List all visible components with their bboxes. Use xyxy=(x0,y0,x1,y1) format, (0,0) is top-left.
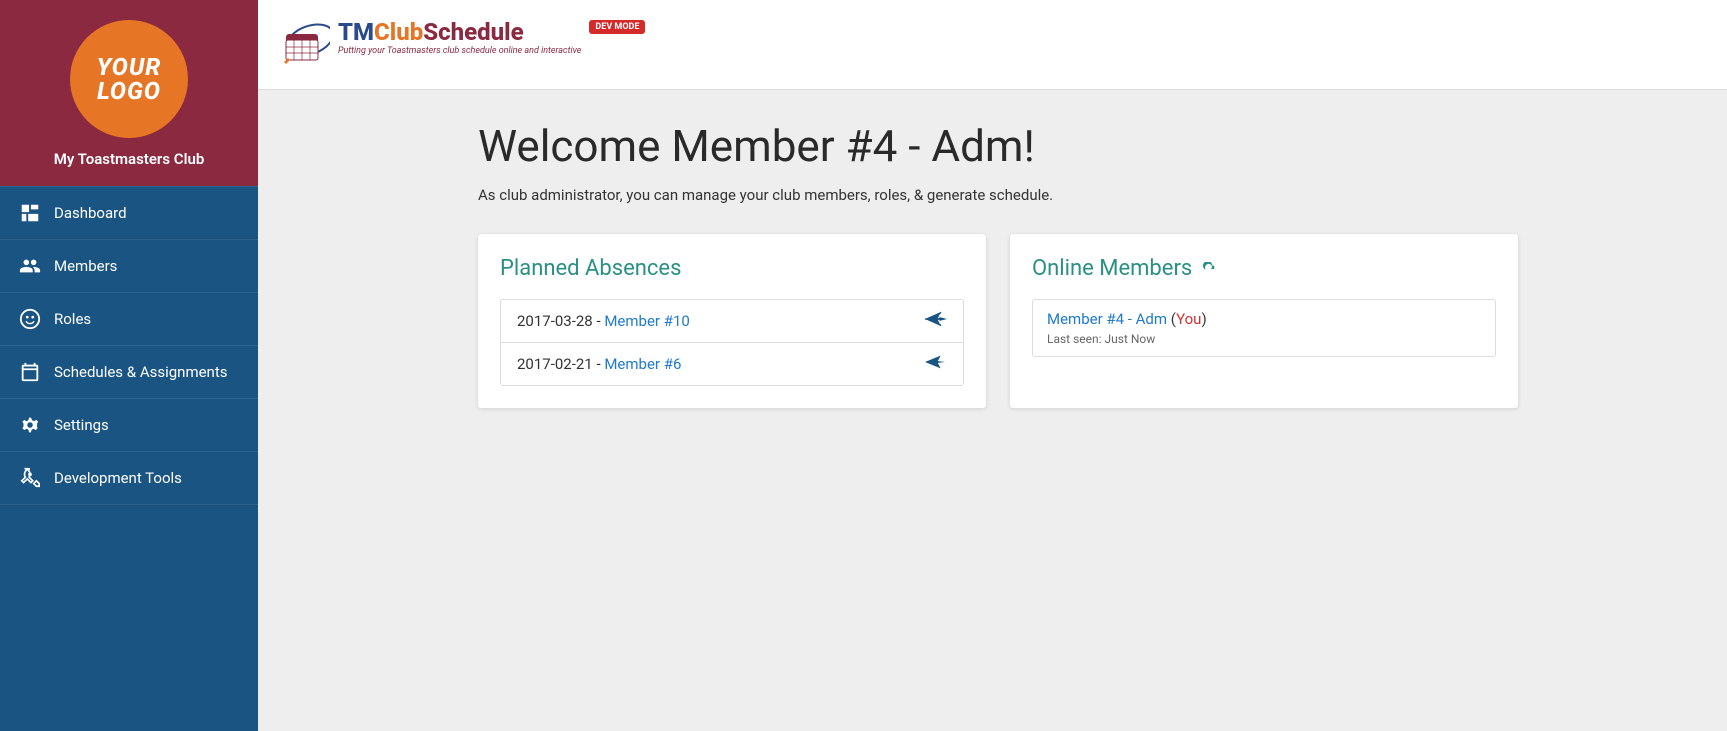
content: Welcome Member #4 - Adm! As club adminis… xyxy=(258,90,1727,438)
card-heading-absences: Planned Absences xyxy=(500,256,964,281)
brand-calendar-icon xyxy=(280,20,330,70)
brand-text: TMClubSchedule Putting your Toastmasters… xyxy=(338,20,581,56)
send-reminder-button[interactable] xyxy=(925,354,947,374)
brand-title: TMClubSchedule xyxy=(338,20,581,44)
sidebar: YOUR LOGO My Toastmasters Club Dashboard… xyxy=(0,0,258,731)
absence-date: 2017-03-28 xyxy=(517,312,593,330)
sidebar-item-label: Settings xyxy=(54,416,109,434)
roles-icon xyxy=(18,307,42,331)
sidebar-item-label: Members xyxy=(54,257,117,275)
brand-schedule: Schedule xyxy=(423,18,523,46)
card-planned-absences: Planned Absences 2017-03-28 - Member #10 xyxy=(478,234,986,408)
last-seen-label: Last seen: xyxy=(1047,332,1105,346)
absences-list: 2017-03-28 - Member #10 2017-02-21 - Mem… xyxy=(500,299,964,386)
last-seen-value: Just Now xyxy=(1105,332,1156,346)
refresh-button[interactable] xyxy=(1202,262,1216,276)
brand-tm: TM xyxy=(338,18,374,46)
send-reminder-button[interactable] xyxy=(925,311,947,331)
you-label: You xyxy=(1176,310,1201,328)
sidebar-item-settings[interactable]: Settings xyxy=(0,398,258,451)
calendar-icon xyxy=(18,360,42,384)
brand-club: Club xyxy=(374,18,423,46)
sidebar-item-label: Roles xyxy=(54,310,91,328)
main: TMClubSchedule Putting your Toastmasters… xyxy=(258,0,1727,731)
absence-member-link[interactable]: Member #10 xyxy=(604,312,689,330)
absence-row-text: 2017-03-28 - Member #10 xyxy=(517,312,690,330)
club-name: My Toastmasters Club xyxy=(0,150,258,168)
card-heading-text: Planned Absences xyxy=(500,256,681,281)
sidebar-item-members[interactable]: Members xyxy=(0,239,258,292)
online-member-name: Member #4 - Adm (You) xyxy=(1047,310,1481,328)
paren-open: ( xyxy=(1167,310,1176,328)
card-heading-text: Online Members xyxy=(1032,256,1192,281)
page-subtitle: As club administrator, you can manage yo… xyxy=(478,186,1727,204)
last-seen: Last seen: Just Now xyxy=(1047,332,1481,346)
sidebar-item-devtools[interactable]: Development Tools xyxy=(0,451,258,505)
page-title: Welcome Member #4 - Adm! xyxy=(478,120,1727,172)
sidebar-item-roles[interactable]: Roles xyxy=(0,292,258,345)
devtools-icon xyxy=(18,466,42,490)
logo-text-line2: LOGO xyxy=(97,79,161,103)
absence-row: 2017-03-28 - Member #10 xyxy=(501,300,963,343)
paren-close: ) xyxy=(1201,310,1206,328)
topbar: TMClubSchedule Putting your Toastmasters… xyxy=(258,0,1727,90)
brand-tagline: Putting your Toastmasters club schedule … xyxy=(338,46,581,56)
sidebar-item-dashboard[interactable]: Dashboard xyxy=(0,186,258,239)
dashboard-icon xyxy=(18,201,42,225)
absence-date: 2017-02-21 xyxy=(517,355,593,373)
sidebar-item-label: Development Tools xyxy=(54,469,182,487)
absence-row-text: 2017-02-21 - Member #6 xyxy=(517,355,681,373)
cards-row: Planned Absences 2017-03-28 - Member #10 xyxy=(478,234,1727,408)
absence-member-link[interactable]: Member #6 xyxy=(604,355,681,373)
card-online-members: Online Members Member #4 - Adm (You) Las… xyxy=(1010,234,1518,408)
gear-icon xyxy=(18,413,42,437)
sidebar-item-schedules[interactable]: Schedules & Assignments xyxy=(0,345,258,398)
absence-sep: - xyxy=(593,355,605,373)
sidebar-item-label: Schedules & Assignments xyxy=(54,363,227,381)
logo-placeholder: YOUR LOGO xyxy=(70,20,188,138)
dev-mode-badge: DEV MODE xyxy=(589,20,645,34)
absence-row: 2017-02-21 - Member #6 xyxy=(501,343,963,385)
logo-text-line1: YOUR xyxy=(97,55,162,79)
sidebar-item-label: Dashboard xyxy=(54,204,127,222)
members-icon xyxy=(18,254,42,278)
absence-sep: - xyxy=(593,312,605,330)
logo-area: YOUR LOGO My Toastmasters Club xyxy=(0,0,258,186)
member-link[interactable]: Member #4 - Adm xyxy=(1047,310,1167,328)
brand-logo[interactable]: TMClubSchedule Putting your Toastmasters… xyxy=(280,20,645,70)
online-member-item: Member #4 - Adm (You) Last seen: Just No… xyxy=(1032,299,1496,357)
card-heading-online: Online Members xyxy=(1032,256,1496,281)
